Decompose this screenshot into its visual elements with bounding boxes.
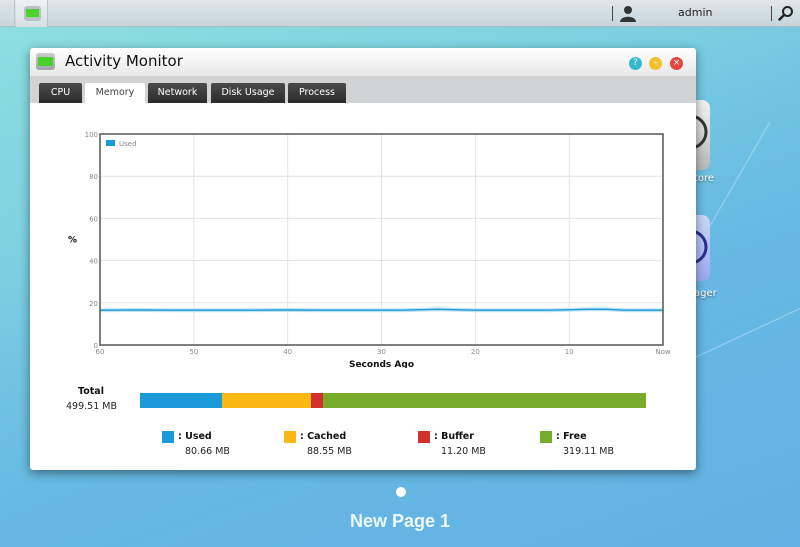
- desktop-icon-label: ager: [694, 288, 717, 299]
- taskbar: admin: [0, 0, 800, 27]
- help-icon: ?: [633, 58, 638, 68]
- y-axis-label: %: [68, 236, 77, 246]
- user-name[interactable]: admin: [678, 6, 712, 19]
- taskbar-separator: [14, 0, 15, 27]
- close-icon: ×: [672, 58, 681, 68]
- buffer-value: 11.20 MB: [441, 446, 486, 457]
- free-value: 319.11 MB: [563, 446, 614, 457]
- memory-breakdown-bar: [140, 393, 646, 408]
- y-tick-label: 80: [89, 173, 98, 181]
- cached-value: 88.55 MB: [307, 446, 352, 457]
- used-swatch: [162, 431, 174, 443]
- x-tick-label: 60: [96, 348, 105, 356]
- chart-legend-swatch: [106, 140, 115, 146]
- help-button[interactable]: ?: [629, 57, 642, 70]
- activity-monitor-icon: [24, 6, 41, 21]
- y-tick-label: 60: [89, 215, 98, 223]
- cached-swatch: [284, 431, 296, 443]
- taskbar-separator: [771, 6, 772, 21]
- user-icon[interactable]: [619, 4, 637, 22]
- close-button[interactable]: ×: [670, 57, 683, 70]
- tab-disk-usage[interactable]: Disk Usage: [211, 83, 285, 103]
- x-tick-label: 30: [377, 348, 386, 356]
- y-axis-ticks: 020406080100: [85, 131, 98, 350]
- window-title-bar[interactable]: Activity Monitor ? – ×: [30, 48, 696, 76]
- used-value: 80.66 MB: [185, 446, 230, 457]
- total-memory-label: Total: [78, 386, 104, 397]
- x-tick-label: 50: [189, 348, 198, 356]
- x-axis-label: Seconds Ago: [349, 360, 414, 368]
- used-label: : Used: [178, 431, 212, 442]
- chart-legend-label: Used: [119, 140, 137, 148]
- free-swatch: [540, 431, 552, 443]
- x-axis-ticks: 60 50 40 30 20 10 Now: [96, 348, 671, 356]
- x-tick-label: 20: [471, 348, 480, 356]
- y-tick-label: 40: [89, 258, 98, 266]
- chart-grid: [99, 133, 664, 346]
- tab-network[interactable]: Network: [148, 83, 207, 103]
- memory-bar-segment-free: [322, 393, 646, 408]
- free-label: : Free: [556, 431, 587, 442]
- tab-process[interactable]: Process: [288, 83, 346, 103]
- taskbar-separator: [612, 6, 613, 21]
- y-tick-label: 100: [85, 131, 98, 139]
- memory-bar-segment-buffer: [311, 393, 323, 408]
- page-indicator-dot[interactable]: [396, 487, 406, 497]
- x-tick-label: Now: [655, 348, 671, 356]
- desktop-page-label: New Page 1: [349, 511, 451, 531]
- tab-cpu[interactable]: CPU: [39, 83, 82, 103]
- minimize-icon: –: [653, 58, 658, 68]
- tab-memory[interactable]: Memory: [85, 83, 145, 103]
- y-tick-label: 20: [89, 300, 98, 308]
- taskbar-activity-monitor-button[interactable]: [16, 0, 48, 27]
- buffer-label: : Buffer: [434, 431, 474, 442]
- memory-bar-segment-used: [140, 393, 222, 408]
- search-icon[interactable]: [778, 5, 794, 21]
- buffer-swatch: [418, 431, 430, 443]
- window-title: Activity Monitor: [65, 52, 183, 70]
- total-memory-value: 499.51 MB: [66, 401, 117, 412]
- memory-bar-segment-cached: [221, 393, 312, 408]
- desktop-icon-label: tore: [694, 173, 715, 184]
- tab-bar: CPU Memory Network Disk Usage Process: [30, 76, 696, 103]
- x-tick-label: 40: [283, 348, 292, 356]
- activity-monitor-icon: [36, 53, 55, 70]
- minimize-button[interactable]: –: [649, 57, 662, 70]
- memory-usage-chart: 020406080100 60 50 40 30 20 10 Now Used % Seco…: [68, 131, 671, 368]
- cached-label: : Cached: [300, 431, 347, 442]
- activity-monitor-window: Activity Monitor ? – × CPU Memory Networ…: [30, 48, 696, 470]
- x-tick-label: 10: [565, 348, 574, 356]
